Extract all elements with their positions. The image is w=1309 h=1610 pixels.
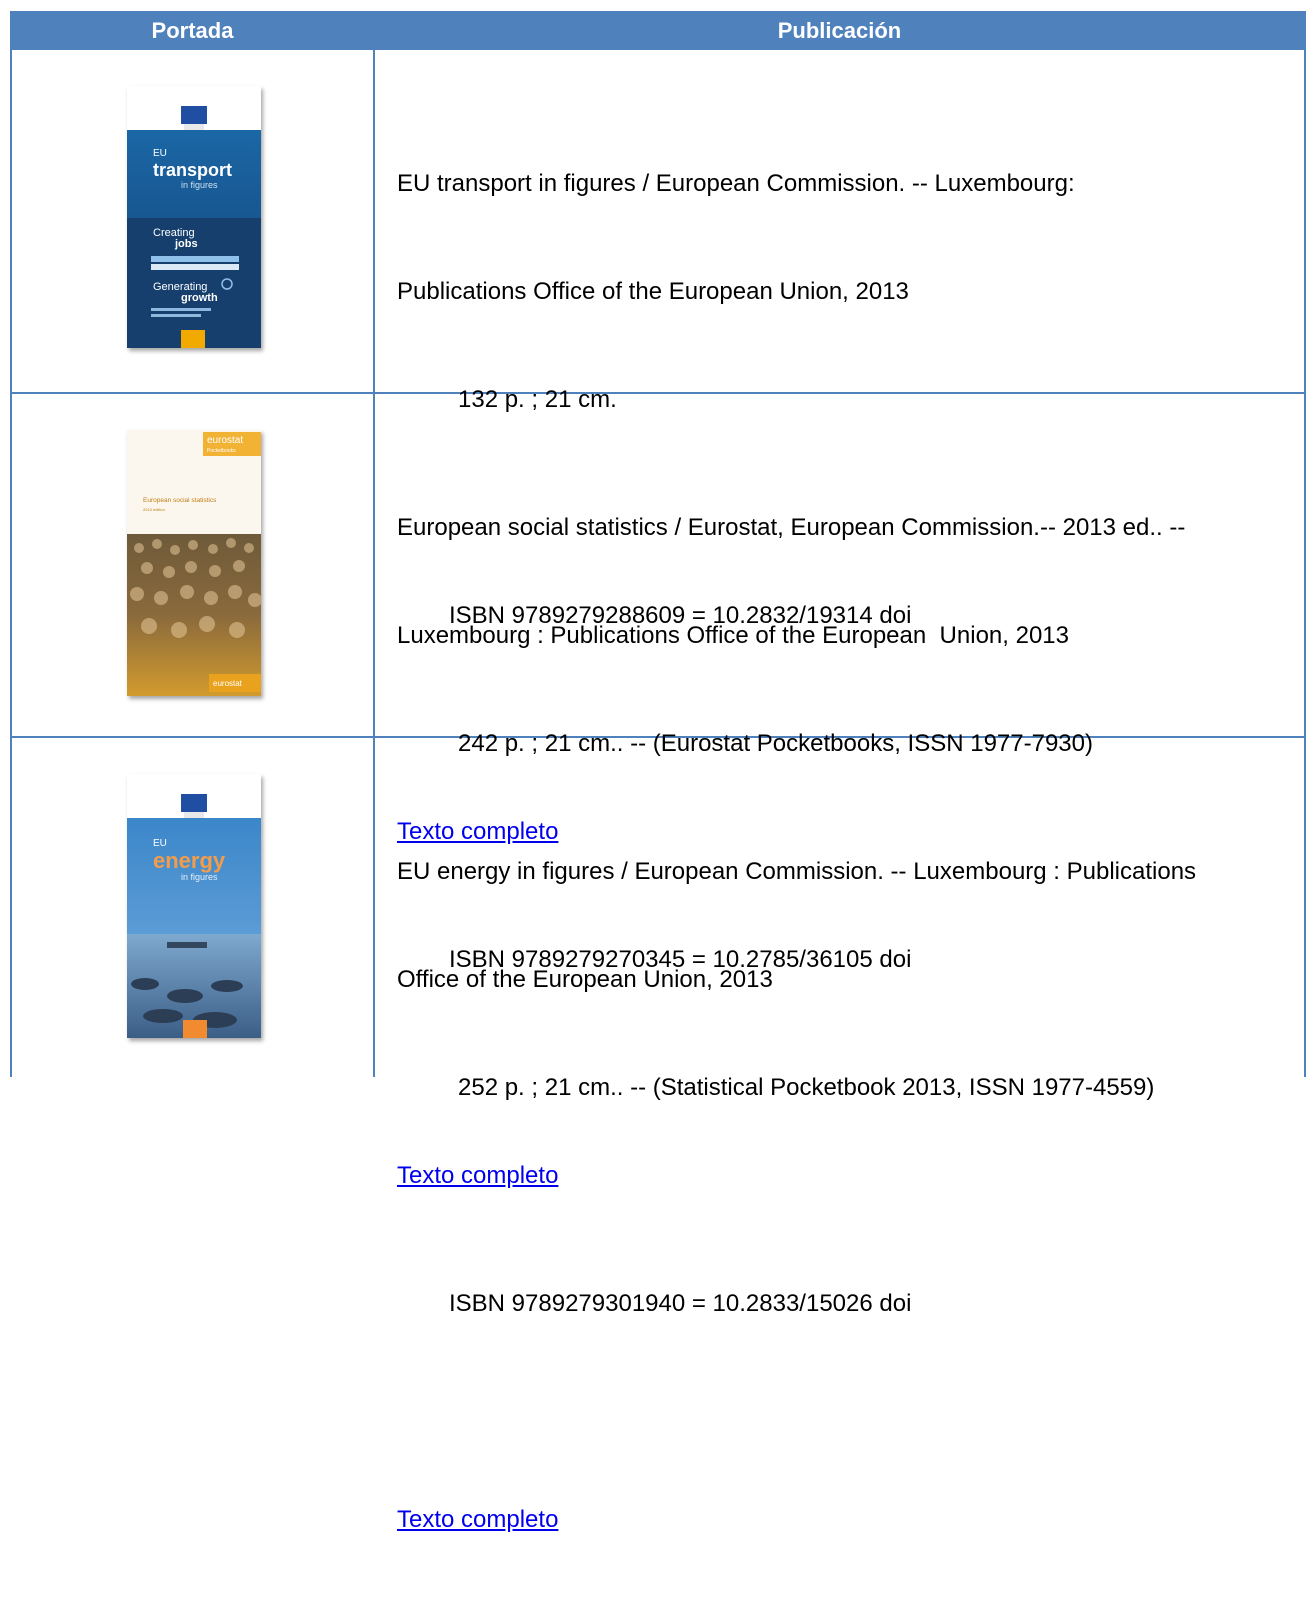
cover-sub-text: in figures — [181, 872, 218, 882]
pub-extent: 252 p. ; 21 cm.. -- (Statistical Pocketb… — [458, 1074, 1155, 1101]
table-row: EU energy in figures EU energy in figure… — [10, 736, 1306, 1533]
pub-title-line1: EU transport in figures / European Commi… — [397, 170, 1075, 197]
cover-image-energy: EU energy in figures — [127, 774, 261, 1038]
header-cover: Portada — [10, 11, 375, 50]
publications-table: Portada Publicación EU transport in figu… — [10, 11, 1306, 1533]
cover-sub-text: 2013 edition — [143, 507, 165, 512]
table-row: eurostat Pocketbooks European social sta… — [10, 392, 1306, 1189]
crowd-photo — [127, 534, 261, 696]
cover-brand-sub: Pocketbooks — [207, 448, 236, 454]
pub-title-line2: Publications Office of the European Unio… — [397, 278, 909, 305]
cover-cell: EU transport in figures Creating jobs Ge… — [10, 50, 375, 393]
cover-main-text: European social statistics — [143, 497, 217, 504]
cover-footer: eurostat — [213, 679, 243, 688]
cover-eu-text: EU — [153, 148, 167, 159]
social-cover-art: eurostat Pocketbooks European social sta… — [127, 430, 261, 696]
transport-cover-art: EU transport in figures Creating jobs Ge… — [127, 86, 261, 348]
publication-cell: EU energy in figures / European Commissi… — [373, 736, 1306, 1533]
cover-main-text: energy — [153, 848, 226, 873]
publication-cell: EU transport in figures / European Commi… — [373, 50, 1306, 845]
cover-t4: growth — [181, 292, 218, 304]
pub-title-line1: European social statistics / Eurostat, E… — [397, 514, 1186, 541]
header-publication: Publicación — [373, 11, 1306, 50]
full-text-link[interactable]: Texto completo — [397, 1506, 558, 1533]
pub-title-line1: EU energy in figures / European Commissi… — [397, 858, 1197, 885]
publication-cell: European social statistics / Eurostat, E… — [373, 392, 1306, 1189]
cover-cell: EU energy in figures — [10, 736, 375, 1077]
table-header-row: Portada Publicación — [10, 11, 1306, 50]
cover-sub-text: in figures — [181, 180, 218, 190]
cover-main-text: transport — [153, 160, 232, 180]
table-row: EU transport in figures Creating jobs Ge… — [10, 50, 1306, 845]
pub-title-line2: Luxembourg : Publications Office of the … — [397, 622, 1069, 649]
cover-cell: eurostat Pocketbooks European social sta… — [10, 392, 375, 737]
cover-brand: eurostat — [207, 435, 243, 446]
pub-title-line2: Office of the European Union, 2013 — [397, 966, 773, 993]
cover-t2: jobs — [174, 238, 198, 250]
cover-image-transport: EU transport in figures Creating jobs Ge… — [127, 86, 261, 348]
pub-isbn: ISBN 9789279301940 = 10.2833/15026 doi — [449, 1290, 912, 1317]
energy-cover-art: EU energy in figures — [127, 774, 261, 1038]
cover-image-social-statistics: eurostat Pocketbooks European social sta… — [127, 430, 261, 696]
